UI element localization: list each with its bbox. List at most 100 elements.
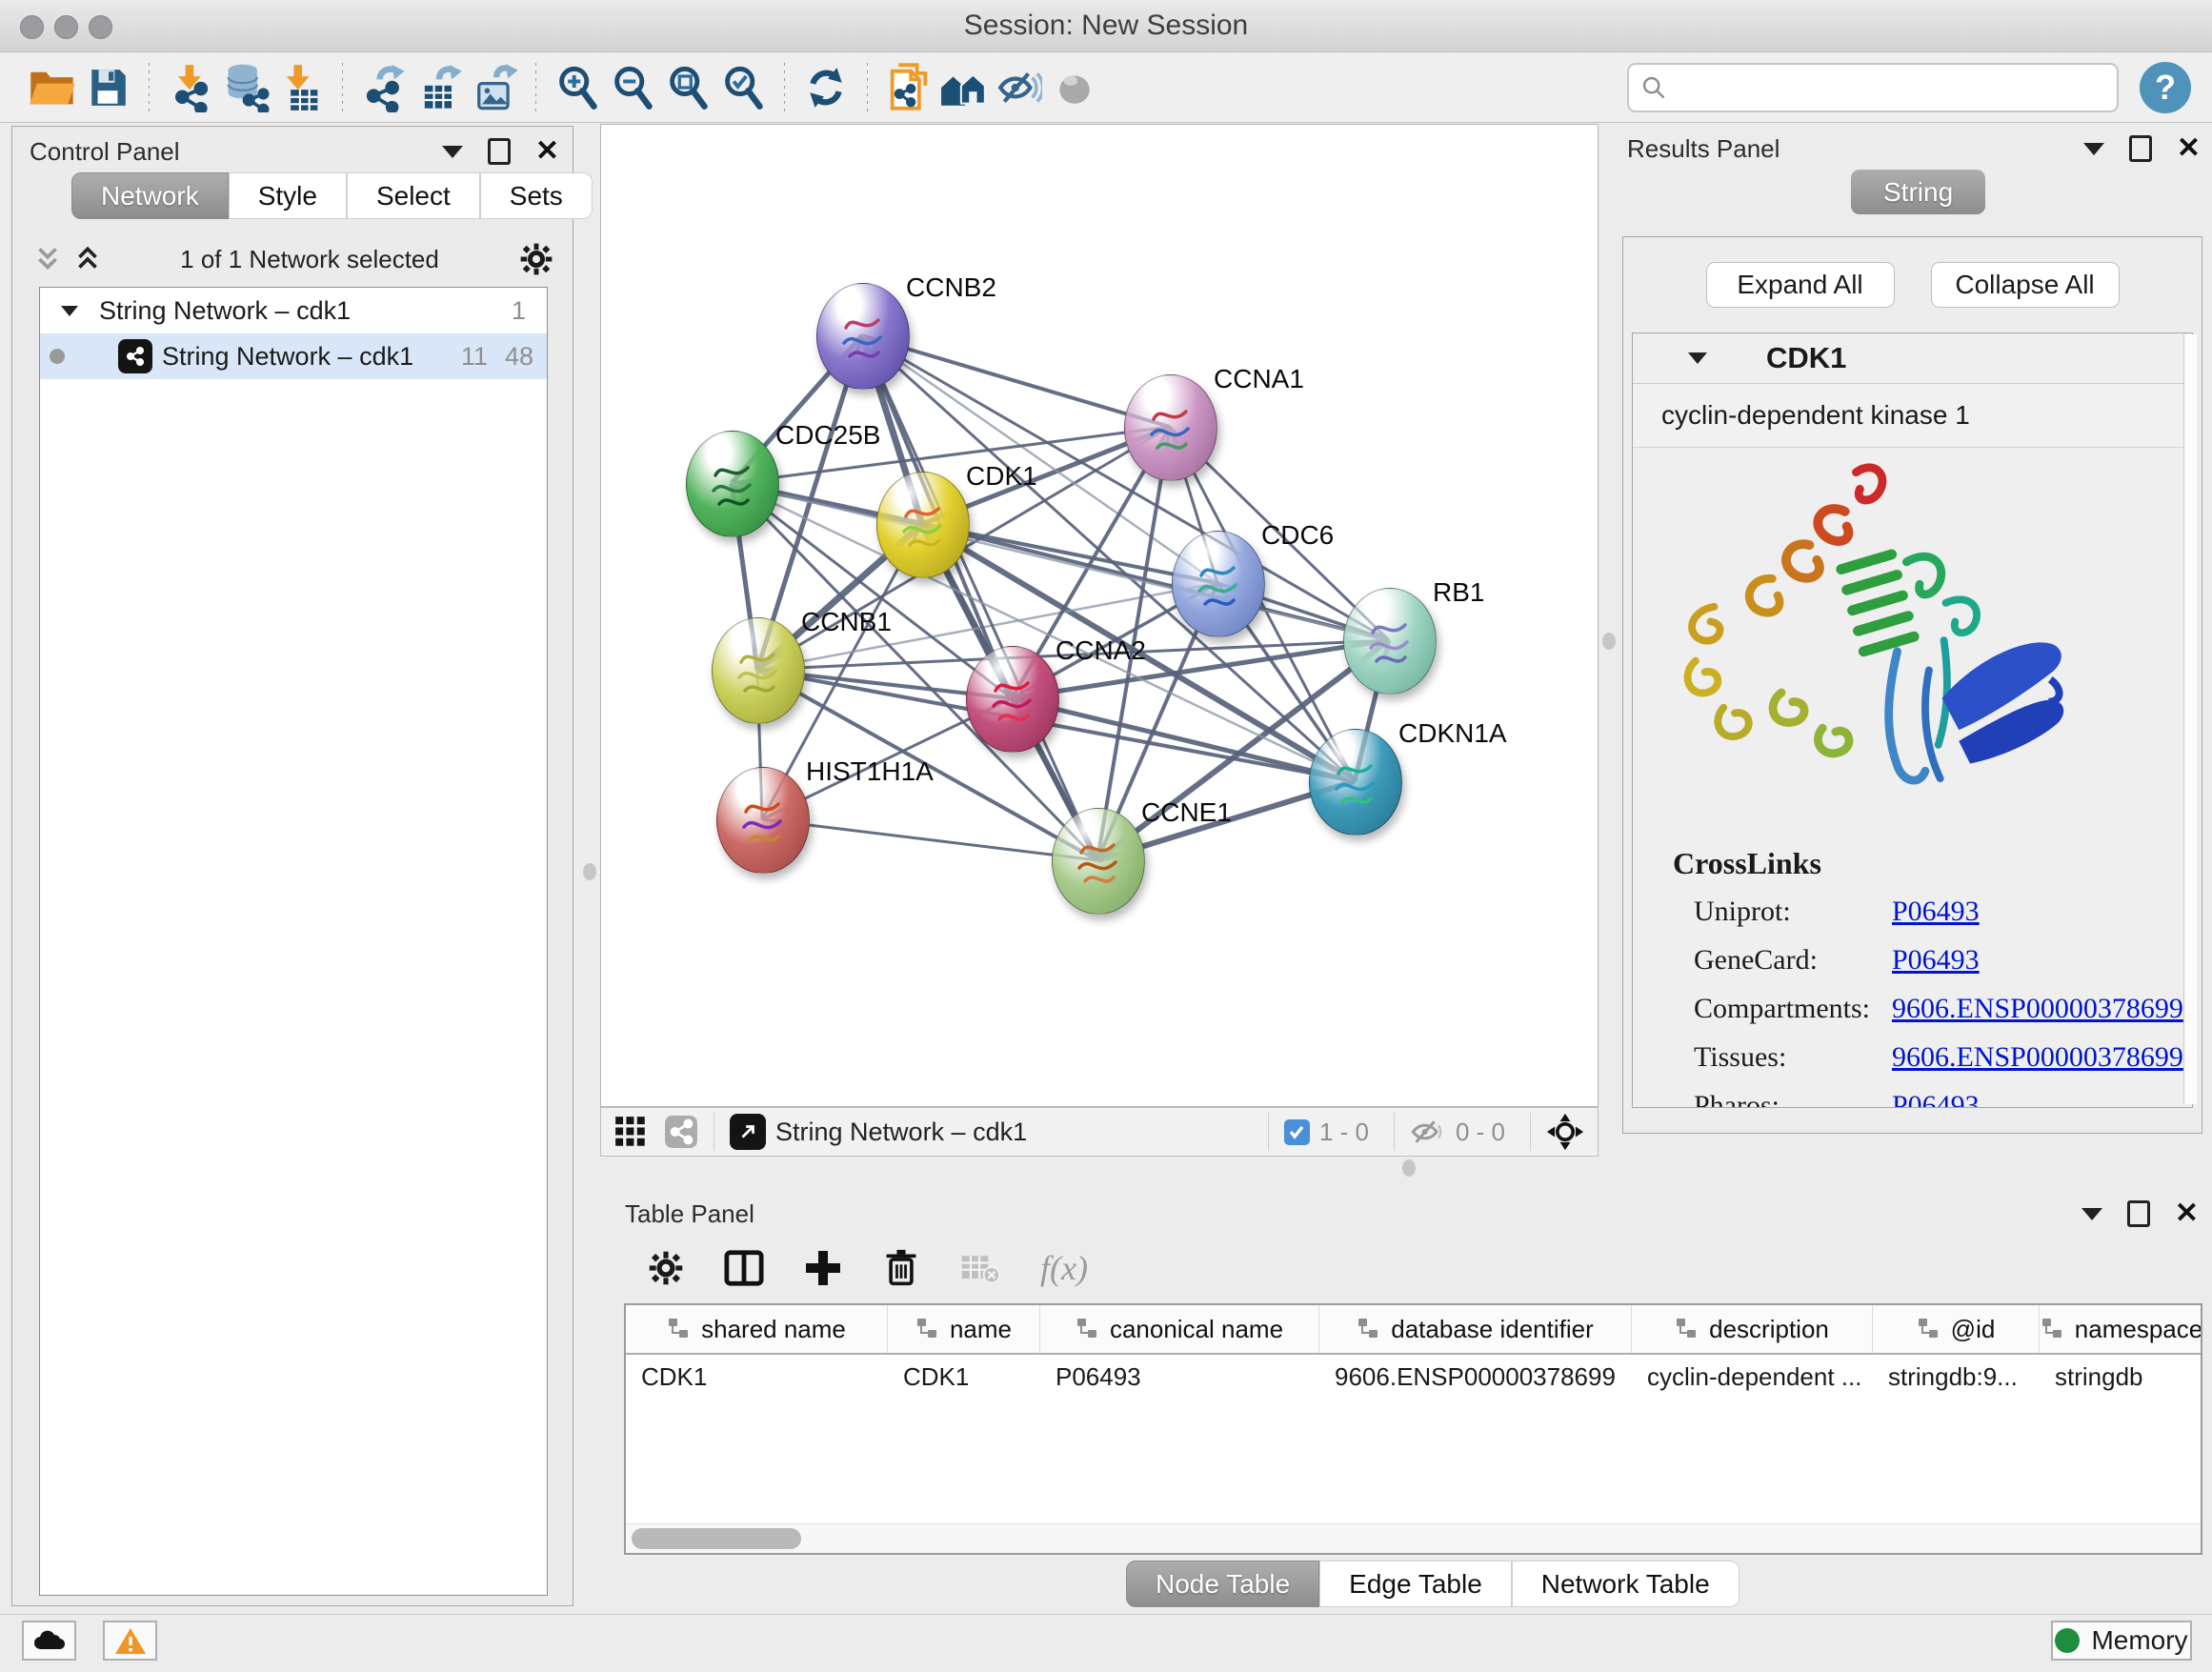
show-columns-icon[interactable]	[724, 1249, 764, 1287]
expand-up-icon[interactable]	[75, 245, 100, 273]
crosslink-link[interactable]: P06493	[1892, 1090, 1980, 1109]
gear-icon[interactable]	[519, 242, 553, 276]
selected-items-checkbox[interactable]	[1284, 1119, 1310, 1145]
node-CCNB2[interactable]	[816, 283, 910, 390]
hide-selected-button[interactable]	[992, 60, 1047, 115]
fit-content-button[interactable]	[660, 60, 715, 115]
node-HIST1H1A[interactable]	[716, 767, 810, 874]
detach-view-button[interactable]	[730, 1114, 766, 1150]
column-header-database-identifier[interactable]: database identifier	[1319, 1305, 1632, 1353]
add-column-icon[interactable]	[804, 1249, 842, 1287]
panel-menu-icon[interactable]	[442, 146, 463, 158]
table-horizontal-scrollbar[interactable]	[626, 1523, 2201, 1553]
zoom-out-button[interactable]	[605, 60, 660, 115]
float-panel-icon[interactable]	[2127, 1200, 2150, 1227]
collection-expander-icon[interactable]	[61, 306, 78, 316]
save-session-button[interactable]	[80, 60, 135, 115]
cloud-status-button[interactable]	[22, 1621, 76, 1661]
network-edges[interactable]	[601, 125, 1598, 1106]
results-scrollbar[interactable]	[2183, 334, 2197, 1104]
close-panel-icon[interactable]: ✕	[2175, 1199, 2199, 1228]
cell-name[interactable]: CDK1	[888, 1362, 1040, 1392]
entry-header[interactable]: CDK1	[1633, 333, 2192, 384]
tab-select[interactable]: Select	[347, 172, 480, 219]
network-view-icon[interactable]	[664, 1115, 698, 1149]
node-CDC25B[interactable]	[686, 431, 779, 537]
node-CDK1[interactable]	[876, 472, 970, 578]
import-network-button[interactable]	[163, 60, 218, 115]
tab-network-table[interactable]: Network Table	[1512, 1561, 1739, 1607]
export-table-button[interactable]	[412, 60, 467, 115]
node-CCNA2[interactable]	[966, 646, 1059, 753]
table-row[interactable]: CDK1CDK1P064939606.ENSP00000378699cyclin…	[626, 1355, 2201, 1399]
fit-selected-button[interactable]	[715, 60, 771, 115]
open-session-button[interactable]	[25, 60, 80, 115]
show-hidden-button[interactable]	[1047, 60, 1102, 115]
cell-canonical-name[interactable]: P06493	[1040, 1362, 1319, 1392]
scrollbar-thumb[interactable]	[632, 1528, 801, 1549]
table-settings-gear-icon[interactable]	[648, 1250, 684, 1286]
search-field[interactable]	[1627, 63, 2119, 112]
node-CDC6[interactable]	[1172, 531, 1265, 637]
left-splitter-handle[interactable]	[583, 863, 596, 880]
column-header-name[interactable]: name	[888, 1305, 1040, 1353]
network-collection-row[interactable]: String Network – cdk1 1	[40, 288, 547, 333]
node-CCNE1[interactable]	[1052, 808, 1145, 915]
node-RB1[interactable]	[1343, 588, 1437, 695]
node-table[interactable]: shared namenamecanonical namedatabase id…	[624, 1303, 2202, 1555]
column-header-shared-name[interactable]: shared name	[626, 1305, 888, 1353]
import-table-button[interactable]	[273, 60, 329, 115]
edge-CCNA2-CDKN1A[interactable]	[1012, 698, 1355, 781]
collapse-all-icon[interactable]	[35, 245, 60, 273]
node-CCNA1[interactable]	[1124, 374, 1217, 481]
node-CDKN1A[interactable]	[1309, 729, 1402, 836]
float-panel-icon[interactable]	[488, 138, 511, 165]
tab-network[interactable]: Network	[71, 172, 229, 219]
show-all-networks-button[interactable]	[936, 60, 992, 115]
refresh-view-button[interactable]	[798, 60, 854, 115]
tab-node-table[interactable]: Node Table	[1126, 1561, 1319, 1607]
crosslink-link[interactable]: P06493	[1892, 896, 1980, 928]
birdseye-toggle-icon[interactable]	[1546, 1113, 1584, 1151]
export-network-button[interactable]	[356, 60, 412, 115]
tab-style[interactable]: Style	[229, 172, 347, 219]
entry-expander-icon[interactable]	[1688, 353, 1707, 364]
close-panel-icon[interactable]: ✕	[535, 137, 559, 166]
crosslink-link[interactable]: 9606.ENSP00000378699	[1892, 1041, 2183, 1074]
help-button[interactable]: ?	[2140, 62, 2191, 113]
tab-edge-table[interactable]: Edge Table	[1319, 1561, 1512, 1607]
grid-view-icon[interactable]	[614, 1116, 647, 1148]
clone-network-button[interactable]	[881, 60, 936, 115]
import-network-from-database-button[interactable]	[218, 60, 273, 115]
expand-all-button[interactable]: Expand All	[1706, 262, 1895, 308]
cell-description[interactable]: cyclin-dependent ...	[1632, 1362, 1873, 1392]
horizontal-splitter-handle[interactable]	[1402, 1159, 1416, 1177]
cell--id[interactable]: stringdb:9...	[1873, 1362, 2040, 1392]
float-panel-icon[interactable]	[2129, 135, 2152, 162]
zoom-in-button[interactable]	[550, 60, 605, 115]
crosslink-link[interactable]: P06493	[1892, 944, 1980, 977]
node-CCNB1[interactable]	[712, 617, 805, 724]
export-image-button[interactable]	[467, 60, 522, 115]
edge-CCNE1-HIST1H1A[interactable]	[762, 819, 1097, 860]
network-canvas[interactable]: CCNB2CCNA1CDC25BCDK1CDC6RB1CCNB1CCNA2CDK…	[600, 124, 1599, 1107]
crosslink-link[interactable]: 9606.ENSP00000378699	[1892, 993, 2183, 1025]
column-header-description[interactable]: description	[1632, 1305, 1873, 1353]
collapse-all-button[interactable]: Collapse All	[1931, 262, 2120, 308]
memory-button[interactable]: Memory	[2051, 1621, 2192, 1661]
tab-sets[interactable]: Sets	[480, 172, 593, 219]
delete-column-trash-icon[interactable]	[882, 1248, 920, 1288]
close-panel-icon[interactable]: ✕	[2177, 134, 2201, 163]
column-header-namespace[interactable]: namespace	[2040, 1305, 2202, 1353]
cell-database-identifier[interactable]: 9606.ENSP00000378699	[1319, 1362, 1632, 1392]
right-splitter-handle[interactable]	[1602, 633, 1616, 650]
tab-string[interactable]: String	[1851, 170, 1985, 214]
column-header--id[interactable]: @id	[1873, 1305, 2040, 1353]
network-row-selected[interactable]: String Network – cdk1 11 48	[40, 333, 547, 379]
panel-menu-icon[interactable]	[2083, 143, 2104, 155]
warnings-button[interactable]	[103, 1621, 157, 1661]
search-input[interactable]	[1667, 71, 2071, 103]
panel-menu-icon[interactable]	[2081, 1208, 2102, 1220]
column-header-canonical-name[interactable]: canonical name	[1040, 1305, 1319, 1353]
cell-namespace[interactable]: stringdb	[2040, 1362, 2202, 1392]
